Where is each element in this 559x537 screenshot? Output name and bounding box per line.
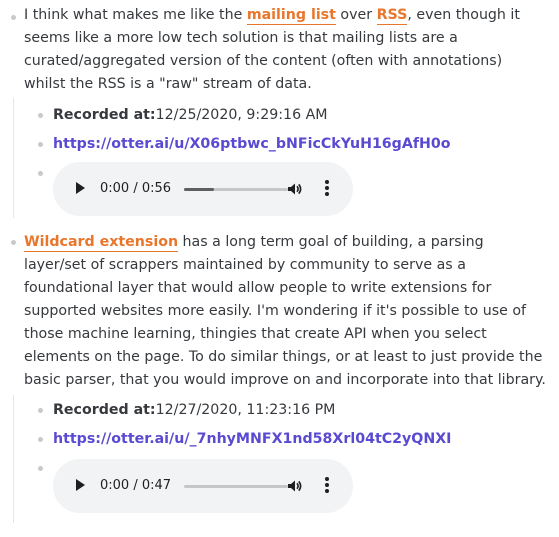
- audio-progress-slider[interactable]: [184, 485, 288, 488]
- play-icon[interactable]: [76, 182, 85, 194]
- otter-link[interactable]: https://otter.ai/u/_7nhyMNFX1nd58Xrl04tC…: [53, 429, 451, 449]
- recorded-at-value: 12/25/2020, 9:29:16 AM: [155, 107, 328, 123]
- page-reference-link[interactable]: Wildcard extension: [24, 234, 179, 252]
- audio-progress-fill: [184, 188, 214, 191]
- more-options-icon[interactable]: [324, 477, 330, 495]
- note-text: over: [335, 7, 377, 23]
- bullet[interactable]: [38, 408, 43, 413]
- volume-icon[interactable]: [287, 478, 303, 494]
- audio-time: 0:00 / 0:56: [100, 181, 172, 196]
- bullet[interactable]: [11, 15, 16, 20]
- notes-page: I think what makes me like the mailing l…: [0, 0, 559, 537]
- bullet[interactable]: [38, 171, 43, 176]
- recorded-at-value: 12/27/2020, 11:23:16 PM: [155, 402, 336, 418]
- child-guide-line: [13, 395, 14, 523]
- otter-link[interactable]: https://otter.ai/u/X06ptbwc_bNFicCkYuH16…: [53, 134, 450, 154]
- note-text: I think what makes me like the: [24, 7, 247, 23]
- play-icon[interactable]: [76, 479, 85, 491]
- bullet[interactable]: [38, 437, 43, 442]
- bullet[interactable]: [38, 466, 43, 471]
- audio-time: 0:00 / 0:47: [100, 478, 172, 493]
- recorded-at: Recorded at:12/27/2020, 11:23:16 PM: [53, 400, 335, 420]
- child-guide-line: [13, 98, 14, 218]
- recorded-at: Recorded at:12/25/2020, 9:29:16 AM: [53, 105, 328, 125]
- bullet[interactable]: [11, 240, 16, 245]
- note-paragraph: Wildcard extension has a long term goal …: [24, 231, 548, 392]
- note-text: has a long term goal of building, a pars…: [24, 234, 546, 388]
- audio-player: 0:00 / 0:56: [53, 162, 353, 216]
- recorded-at-label: Recorded at:: [53, 402, 156, 418]
- more-options-icon[interactable]: [324, 180, 330, 198]
- recorded-at-label: Recorded at:: [53, 107, 156, 123]
- bullet[interactable]: [38, 142, 43, 147]
- audio-player: 0:00 / 0:47: [53, 459, 353, 513]
- audio-progress-slider[interactable]: [184, 188, 288, 191]
- bullet[interactable]: [38, 113, 43, 118]
- volume-icon[interactable]: [287, 181, 303, 197]
- note-paragraph: I think what makes me like the mailing l…: [24, 4, 548, 96]
- page-reference-link[interactable]: mailing list: [246, 7, 336, 25]
- page-reference-link[interactable]: RSS: [376, 7, 408, 25]
